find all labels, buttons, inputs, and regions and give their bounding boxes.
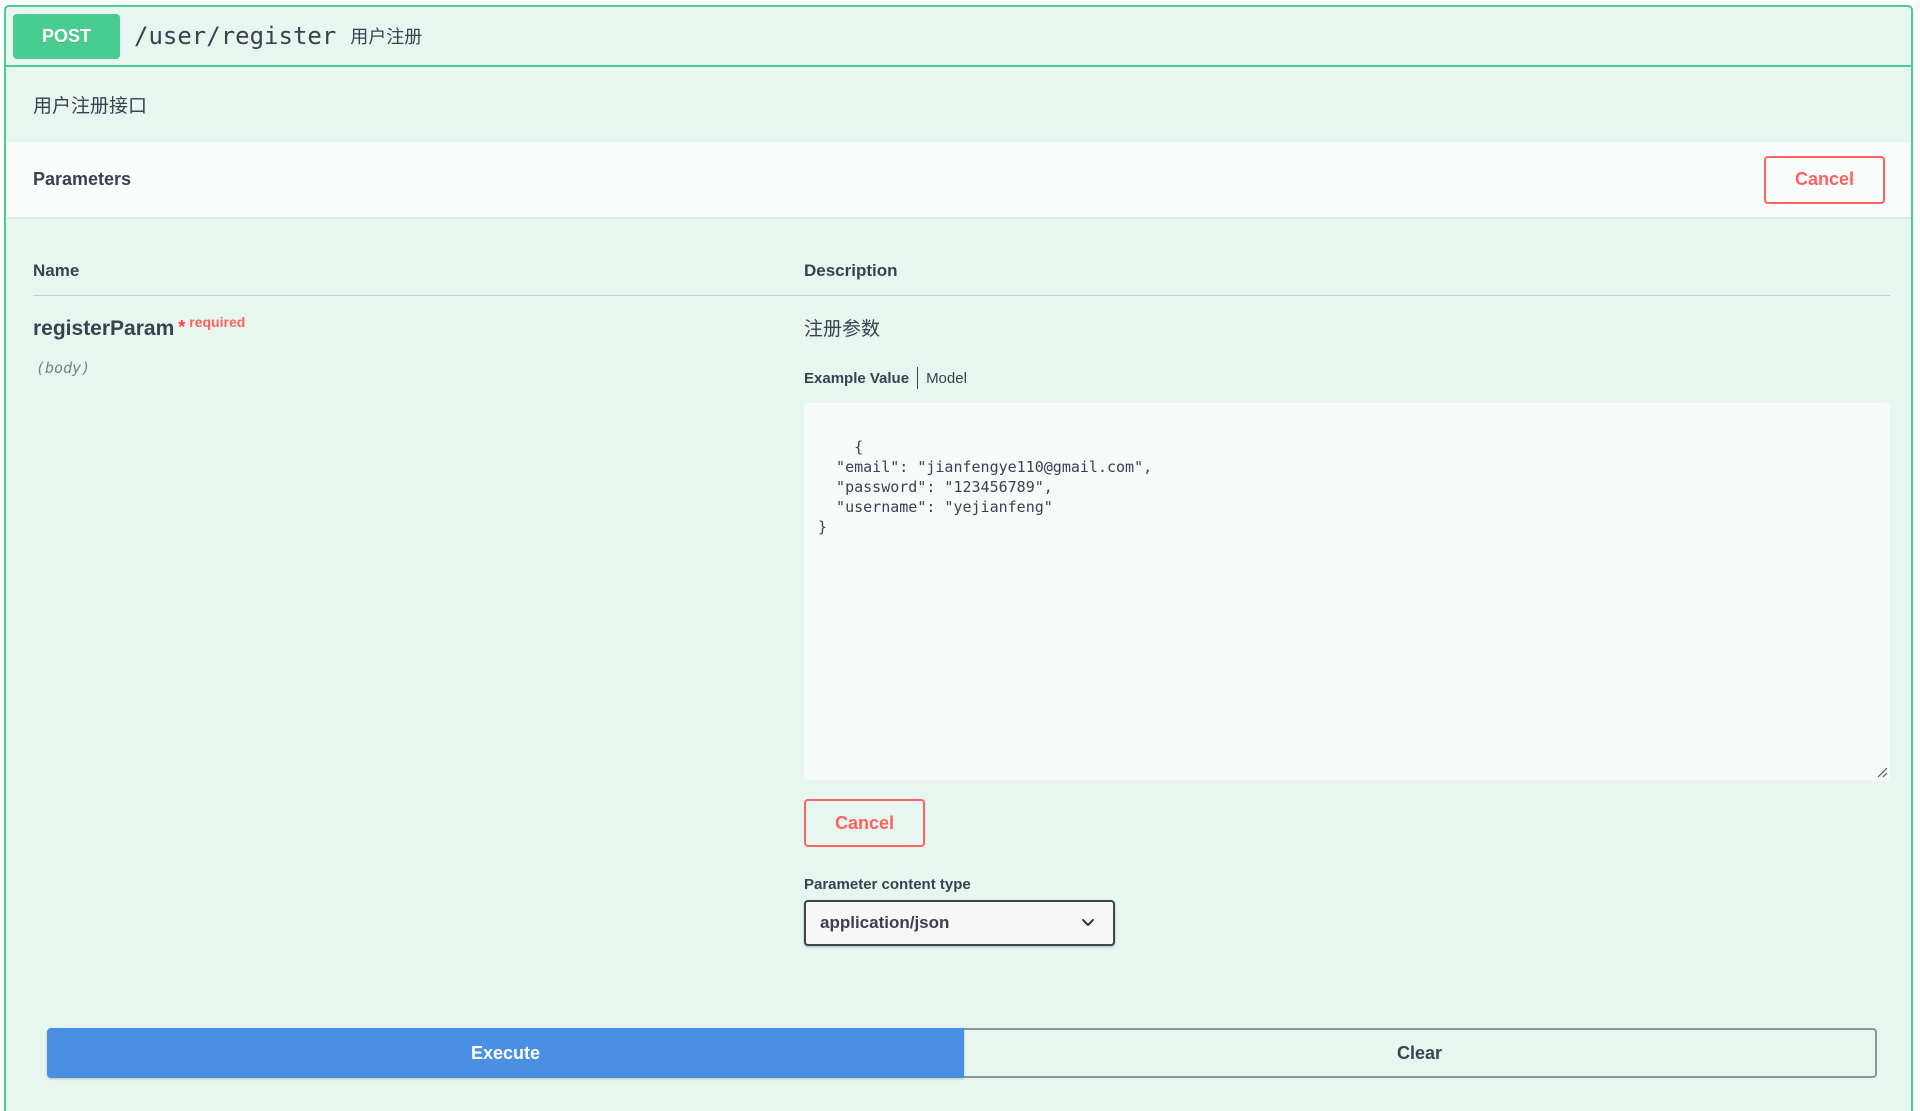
tab-example-value[interactable]: Example Value	[804, 370, 909, 387]
required-label: required	[189, 314, 246, 330]
content-type-value: application/json	[820, 913, 950, 932]
content-type-select[interactable]: application/json	[804, 900, 1115, 946]
parameter-name: registerParam * required	[33, 314, 246, 341]
cancel-button[interactable]: Cancel	[804, 799, 925, 847]
example-value-text: { "email": "jianfengye110@gmail.com", "p…	[818, 438, 1153, 536]
clear-button[interactable]: Clear	[964, 1028, 1877, 1078]
column-header-description: Description	[804, 261, 898, 280]
column-header-name: Name	[33, 261, 80, 280]
example-value-textarea[interactable]: { "email": "jianfengye110@gmail.com", "p…	[804, 403, 1890, 780]
header-divider	[33, 295, 1890, 296]
tab-separator	[917, 367, 919, 389]
chevron-down-icon	[1081, 918, 1095, 927]
parameters-title: Parameters	[33, 169, 132, 189]
execute-button[interactable]: Execute	[47, 1028, 964, 1078]
parameter-description: 注册参数	[804, 319, 881, 340]
parameters-header: Parameters Cancel	[6, 142, 1911, 217]
required-star: *	[178, 317, 186, 337]
operation-description: 用户注册接口	[33, 96, 148, 117]
content-type-label: Parameter content type	[804, 876, 971, 893]
parameter-location: (body)	[36, 359, 91, 377]
example-model-tabs: Example Value Model	[804, 367, 967, 389]
tab-model[interactable]: Model	[926, 370, 967, 387]
cancel-try-out-button[interactable]: Cancel	[1764, 155, 1885, 204]
resize-handle-icon[interactable]	[1876, 766, 1888, 778]
operation-summary[interactable]: POST /user/register 用户注册	[6, 7, 1911, 67]
execute-wrapper: Execute Clear	[47, 1028, 1877, 1078]
summary-description: 用户注册	[350, 27, 423, 47]
parameter-name-text: registerParam	[33, 317, 175, 340]
endpoint-path: /user/register	[134, 22, 337, 50]
method-badge: POST	[13, 13, 120, 59]
operation-block: POST /user/register 用户注册 用户注册接口 Paramete…	[4, 5, 1913, 1111]
